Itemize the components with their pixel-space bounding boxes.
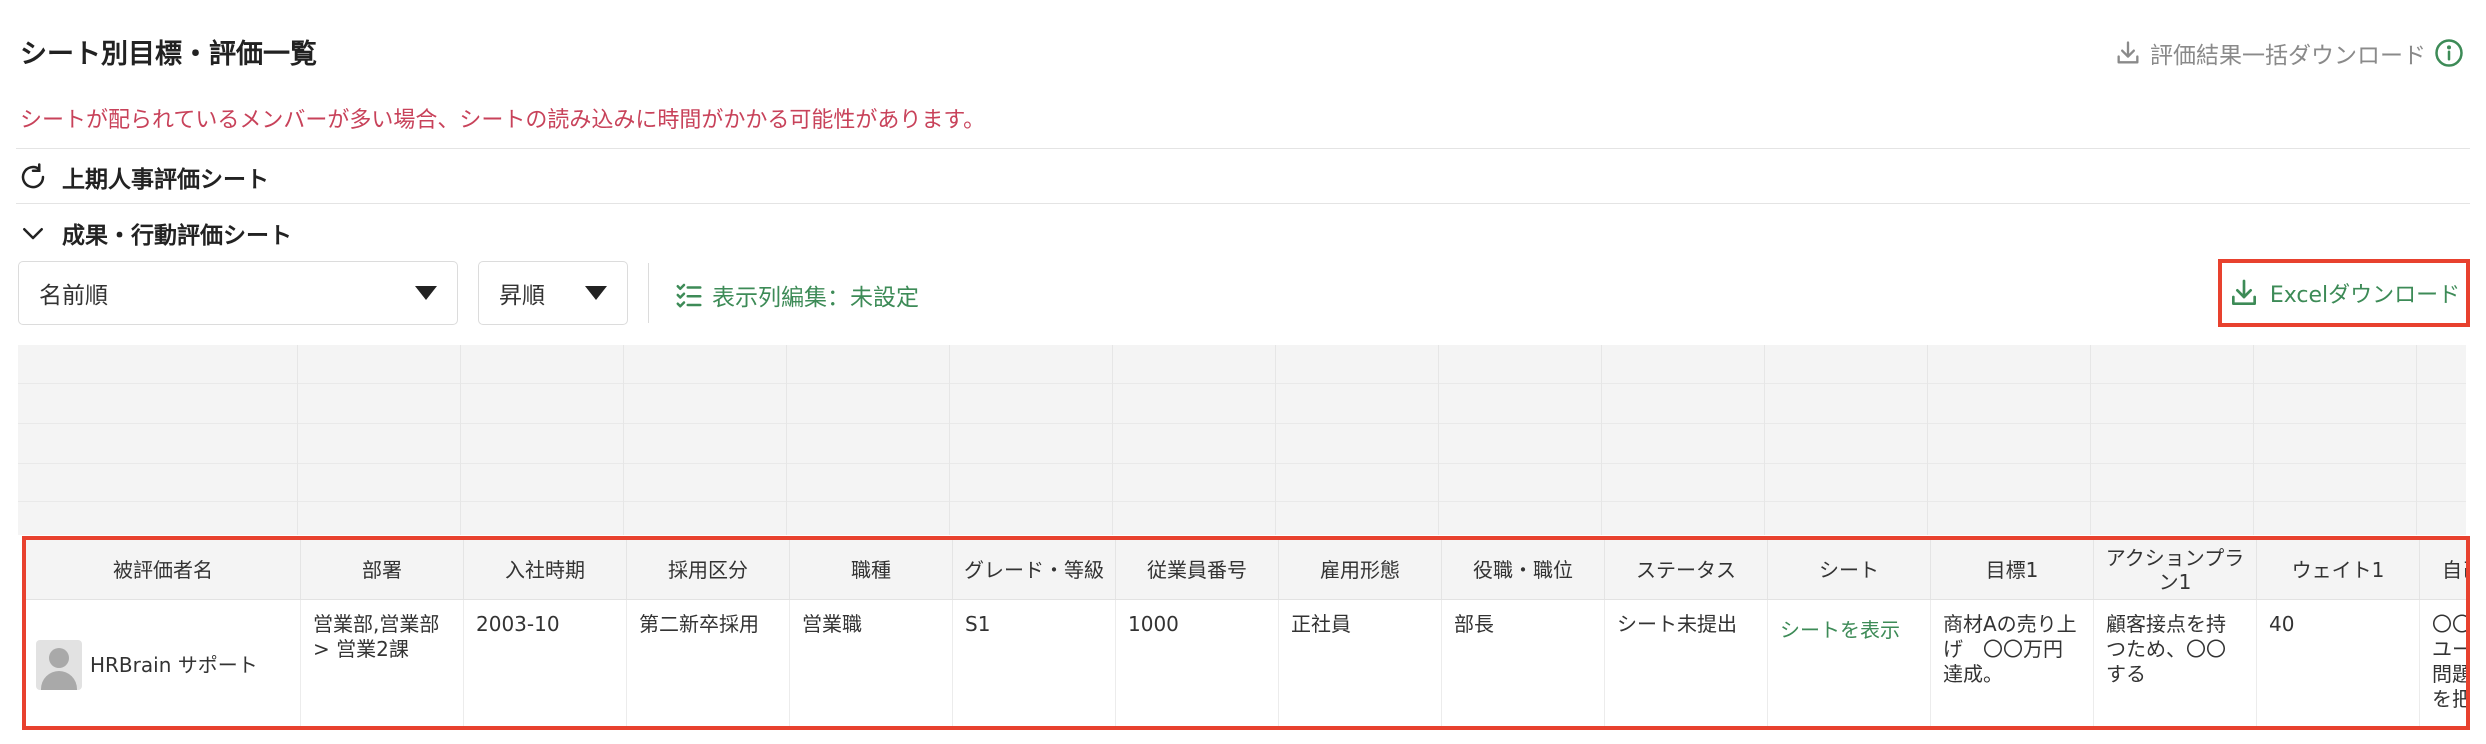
order-select[interactable]: 昇順: [478, 261, 628, 325]
bulk-download-label: 評価結果一括ダウンロード: [2150, 43, 2426, 69]
cell-goal1: 商材Aの売り上げ 〇〇万円達成。: [1931, 600, 2094, 726]
cell-position: 部長: [1442, 600, 1605, 726]
bulk-download-button[interactable]: 評価結果一括ダウンロード: [2114, 36, 2464, 70]
cell-employment-type: 正社員: [1279, 600, 1442, 726]
divider: [16, 203, 2470, 204]
toolbar-separator: [648, 263, 649, 323]
evaluation-table: 被評価者名 部署 入社時期 採用区分 職種 グレード・等級 従業員番号 雇用形態…: [22, 536, 2470, 730]
cell-department: 営業部,営業部 > 営業2課: [301, 600, 464, 726]
column-header: 入社時期: [464, 540, 627, 599]
cell-weight1: 40: [2257, 600, 2420, 726]
column-header: ステータス: [1605, 540, 1768, 599]
column-header: 被評価者名: [26, 540, 301, 599]
loading-warning: シートが配られているメンバーが多い場合、シートの読み込みに時間がかかる可能性があ…: [20, 108, 986, 133]
column-header: 従業員番号: [1116, 540, 1279, 599]
column-header: 自己: [2420, 540, 2466, 599]
table-empty-area: [18, 345, 2466, 535]
view-sheet-link[interactable]: シートを表示: [1780, 618, 1900, 642]
reload-icon: [21, 163, 45, 189]
column-edit-button[interactable]: 表示列編集：未設定: [674, 278, 919, 312]
column-header: グレード・等級: [953, 540, 1116, 599]
download-icon: [2231, 279, 2256, 305]
cell-name: HRBrain サポート: [26, 600, 301, 726]
chevron-down-icon: [23, 228, 43, 240]
sort-select-value: 名前順: [39, 283, 108, 309]
column-header: ウェイト1: [2257, 540, 2420, 599]
section-label: 成果・行動評価シート: [62, 223, 292, 249]
cell-employee-no: 1000: [1116, 600, 1279, 726]
order-select-value: 昇順: [499, 283, 545, 309]
excel-download-button[interactable]: Excelダウンロード: [2218, 259, 2470, 327]
avatar: [36, 640, 82, 690]
checklist-icon: [676, 283, 702, 308]
cell-sheet: シートを表示: [1768, 600, 1931, 726]
table-header: 被評価者名 部署 入社時期 採用区分 職種 グレード・等級 従業員番号 雇用形態…: [26, 540, 2466, 600]
caret-down-icon: [415, 286, 437, 300]
column-header: 職種: [790, 540, 953, 599]
column-header: 目標1: [1931, 540, 2094, 599]
caret-down-icon: [585, 286, 607, 300]
cell-job-type: 営業職: [790, 600, 953, 726]
cell-join-date: 2003-10: [464, 600, 627, 726]
cell-self-eval: 〇〇ユー問題を把: [2420, 600, 2466, 726]
info-icon[interactable]: [2434, 38, 2464, 68]
divider: [16, 148, 2470, 149]
section-label: 上期人事評価シート: [62, 167, 269, 193]
sort-select[interactable]: 名前順: [18, 261, 458, 325]
column-header: シート: [1768, 540, 1931, 599]
section-header-2[interactable]: 成果・行動評価シート: [18, 216, 292, 250]
download-icon: [2117, 41, 2139, 64]
cell-status: シート未提出: [1605, 600, 1768, 726]
column-header: アクションプラン1: [2094, 540, 2257, 599]
column-header: 採用区分: [627, 540, 790, 599]
cell-hire-type: 第二新卒採用: [627, 600, 790, 726]
column-header: 役職・職位: [1442, 540, 1605, 599]
column-edit-label: 表示列編集：未設定: [712, 285, 919, 311]
page-title: シート別目標・評価一覧: [20, 39, 317, 70]
cell-grade: S1: [953, 600, 1116, 726]
column-header: 部署: [301, 540, 464, 599]
employee-name: HRBrain サポート: [90, 652, 258, 677]
cell-action-plan1: 顧客接点を持つため、〇〇する: [2094, 600, 2257, 726]
section-header-1[interactable]: 上期人事評価シート: [18, 160, 269, 194]
column-header: 雇用形態: [1279, 540, 1442, 599]
excel-download-label: Excelダウンロード: [2269, 283, 2461, 308]
